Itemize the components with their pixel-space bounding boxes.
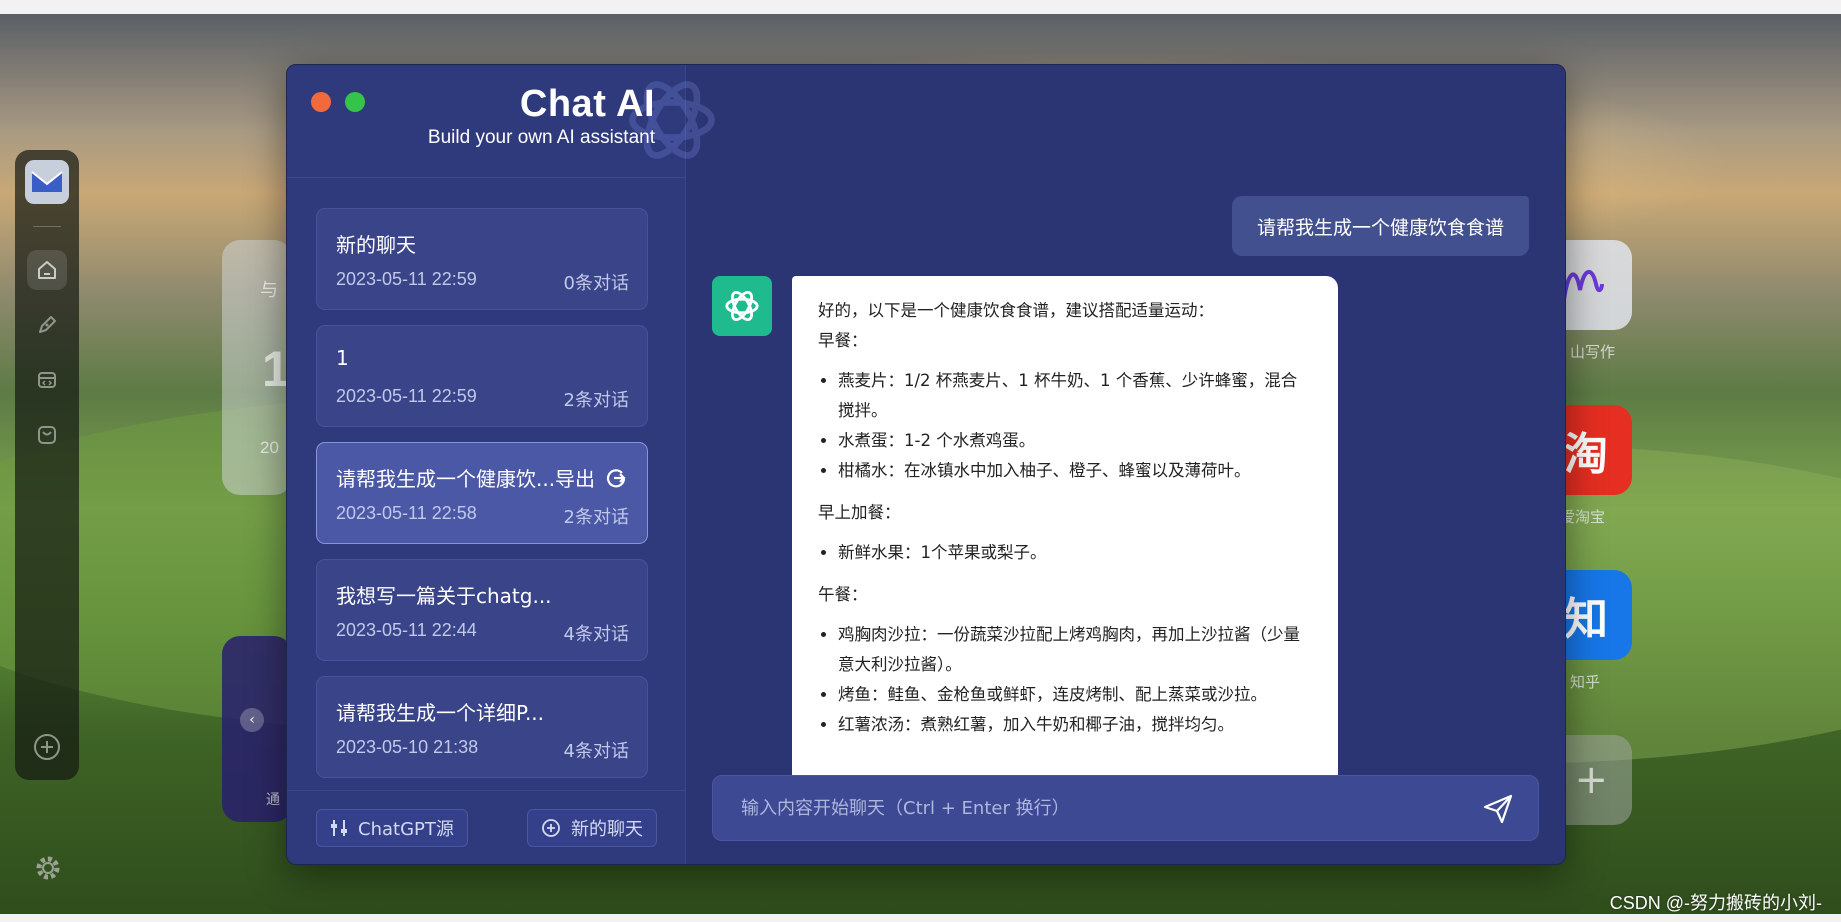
list-item: 烤鱼：鲑鱼、金枪鱼或鲜虾，连皮烤制、配上蒸菜或沙拉。 xyxy=(838,680,1312,710)
message-composer xyxy=(712,775,1539,841)
chat-item-date: 2023-05-10 21:38 xyxy=(336,737,479,757)
list-item: 鸡胸肉沙拉：一份蔬菜沙拉配上烤鸡胸肉，再加上沙拉酱（少量意大利沙拉酱）。 xyxy=(838,620,1312,680)
section-heading: 早餐： xyxy=(818,331,868,350)
chat-list: 新的聊天 2023-05-11 22:59 0条对话 1 2023-05-11 … xyxy=(316,208,648,793)
openai-avatar-icon xyxy=(712,276,772,336)
export-icon xyxy=(606,468,626,487)
plus-icon: + xyxy=(1574,757,1608,803)
section-list: 燕麦片：1/2 杯燕麦片、1 杯牛奶、1 个香蕉、少许蜂蜜，混合搅拌。 水煮蛋：… xyxy=(818,366,1312,486)
pen-icon[interactable] xyxy=(27,305,67,345)
code-icon[interactable] xyxy=(27,360,67,400)
export-button[interactable]: 导出 xyxy=(555,463,627,492)
sliders-icon xyxy=(331,820,347,836)
app-tile-write-label: 山写作 xyxy=(1570,344,1616,361)
chat-list-item[interactable]: 1 2023-05-11 22:59 2条对话 xyxy=(316,325,648,427)
bag-icon[interactable] xyxy=(27,415,67,455)
app-tile-zhihu-label: 知乎 xyxy=(1570,674,1601,691)
chatgpt-source-button[interactable]: ChatGPT源 xyxy=(316,809,468,847)
chat-item-date: 2023-05-11 22:59 xyxy=(336,386,477,406)
taobao-icon: 淘 xyxy=(1564,429,1608,480)
background-purple-label: 通 xyxy=(266,791,280,807)
user-message-text: 请帮我生成一个健康饮食食谱 xyxy=(1256,216,1504,239)
send-icon xyxy=(1483,794,1513,824)
chat-list-item[interactable]: 新的聊天 2023-05-11 22:59 0条对话 xyxy=(316,208,648,310)
export-label: 导出 xyxy=(555,467,595,491)
chat-item-title: 1 xyxy=(336,346,349,370)
chat-item-date: 2023-05-11 22:44 xyxy=(336,620,477,640)
chat-item-title: 新的聊天 xyxy=(336,233,416,257)
app-subtitle: Build your own AI assistant xyxy=(427,127,655,148)
browser-bottom-strip xyxy=(0,914,1841,922)
chevron-left-icon[interactable]: ‹ xyxy=(240,708,264,732)
chat-item-count: 4条对话 xyxy=(563,624,629,645)
add-circle-icon xyxy=(542,819,560,837)
list-item: 水煮蛋：1-2 个水煮鸡蛋。 xyxy=(838,426,1312,456)
section-heading: 早上加餐： xyxy=(818,503,901,522)
chat-item-title: 请帮我生成一个健康饮... xyxy=(336,467,556,491)
message-input[interactable] xyxy=(741,776,1441,840)
chat-list-item[interactable]: 请帮我生成一个详细P... 2023-05-10 21:38 4条对话 xyxy=(316,676,648,778)
ai-message-bubble: 好的，以下是一个健康饮食食谱，建议搭配适量运动： 早餐： 燕麦片：1/2 杯燕麦… xyxy=(792,276,1338,776)
home-icon[interactable] xyxy=(27,250,67,290)
list-item: 新鲜水果：1个苹果或梨子。 xyxy=(838,538,1312,568)
ai-intro: 好的，以下是一个健康饮食食谱，建议搭配适量运动： xyxy=(818,301,1214,320)
window-close-dot[interactable] xyxy=(311,92,331,112)
chat-ai-window: Chat AI Build your own AI assistant 新的聊天… xyxy=(286,64,1566,865)
sidebar: Chat AI Build your own AI assistant 新的聊天… xyxy=(287,65,715,864)
list-item: 燕麦片：1/2 杯燕麦片、1 杯牛奶、1 个香蕉、少许蜂蜜，混合搅拌。 xyxy=(838,366,1312,426)
chat-item-title: 请帮我生成一个详细P... xyxy=(336,701,545,725)
chat-item-count: 2条对话 xyxy=(563,390,629,411)
background-widget-label: 与 xyxy=(260,280,278,300)
dock-divider xyxy=(33,226,61,227)
zhihu-icon: 知 xyxy=(1564,594,1608,645)
list-item: 柑橘水：在冰镇水中加入柚子、橙子、蜂蜜以及薄荷叶。 xyxy=(838,456,1312,486)
background-purple-widget: ‹ 通 xyxy=(222,636,292,822)
app-logo-icon[interactable] xyxy=(25,160,69,204)
window-maximize-dot[interactable] xyxy=(345,92,365,112)
app-title: Chat AI xyxy=(519,83,655,125)
list-item: 红薯浓汤：煮熟红薯，加入牛奶和椰子油，搅拌均匀。 xyxy=(838,710,1312,740)
background-widget-small: 20 xyxy=(260,438,279,457)
chat-item-date: 2023-05-11 22:58 xyxy=(336,503,477,523)
left-dock xyxy=(15,150,79,780)
section-list: 新鲜水果：1个苹果或梨子。 xyxy=(818,538,1312,568)
app-tile-taobao-label: 爱淘宝 xyxy=(1560,509,1606,526)
add-circle-icon[interactable] xyxy=(32,732,62,762)
settings-gear-icon[interactable] xyxy=(33,853,63,883)
chat-item-count: 2条对话 xyxy=(563,507,629,528)
new-chat-label: 新的聊天 xyxy=(571,819,643,840)
chat-item-count: 0条对话 xyxy=(563,273,629,294)
sidebar-footer-divider xyxy=(287,790,686,791)
chat-list-item-active[interactable]: 请帮我生成一个健康饮... 导出 2023-05-11 22:58 2条对话 xyxy=(316,442,648,544)
user-message-bubble: 请帮我生成一个健康饮食食谱 xyxy=(1231,196,1529,256)
sidebar-divider xyxy=(287,177,686,178)
browser-top-strip xyxy=(0,0,1841,14)
background-widget: 与 1 20 xyxy=(222,240,292,495)
chatgpt-source-label: ChatGPT源 xyxy=(358,819,454,840)
send-button[interactable] xyxy=(1480,791,1516,827)
new-chat-button[interactable]: 新的聊天 xyxy=(527,809,657,847)
chat-item-date: 2023-05-11 22:59 xyxy=(336,269,477,289)
csdn-watermark: CSDN @-努力搬砖的小刘- xyxy=(1609,893,1822,913)
chat-item-title: 我想写一篇关于chatg... xyxy=(336,584,552,608)
chat-list-item[interactable]: 我想写一篇关于chatg... 2023-05-11 22:44 4条对话 xyxy=(316,559,648,661)
chat-item-count: 4条对话 xyxy=(563,741,629,762)
section-heading: 午餐： xyxy=(818,585,868,604)
chat-main: 请帮我生成一个健康饮食食谱 好的，以下是一个健康饮食食谱，建议搭配适量运动： 早… xyxy=(687,65,1565,864)
section-list: 鸡胸肉沙拉：一份蔬菜沙拉配上烤鸡胸肉，再加上沙拉酱（少量意大利沙拉酱）。 烤鱼：… xyxy=(818,620,1312,740)
